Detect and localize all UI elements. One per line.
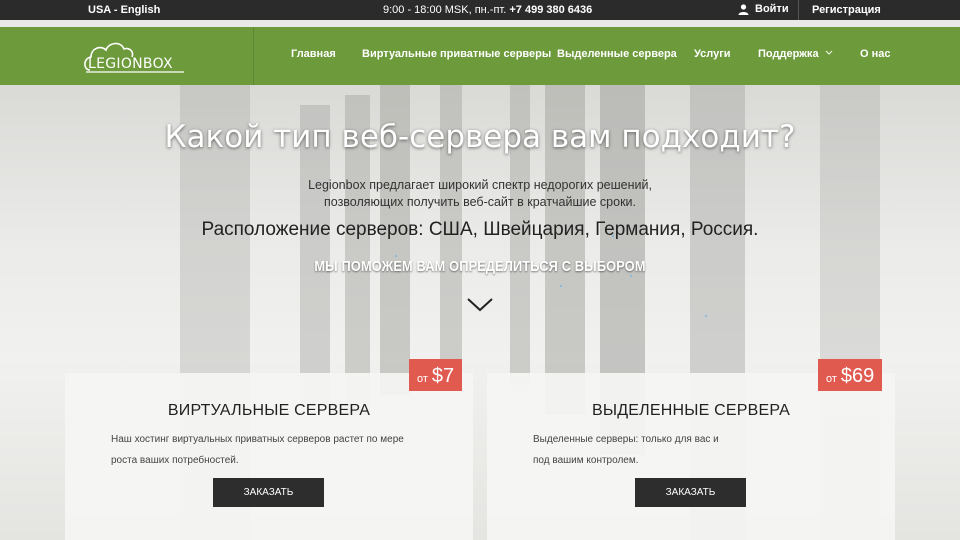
nav-item-about[interactable]: О нас — [860, 48, 891, 60]
card-description-line: под вашим контролем. — [533, 455, 639, 466]
logo-text: LEGIONBOX — [88, 56, 173, 72]
nav-item-support[interactable]: Поддержка — [758, 48, 833, 60]
hours-text: 9:00 - 18:00 MSK, пн.-пт. — [383, 4, 507, 16]
hero-description-line: позволяющих получить веб-сайт в кратчайш… — [323, 195, 637, 209]
hero-description: Legionbox предлагает широкий спектр недо… — [300, 177, 660, 211]
card-description-line: Наш хостинг виртуальных приватных сервер… — [111, 434, 404, 445]
card-description: Выделенные серверы: только для вас и под… — [533, 429, 843, 471]
rack-light — [560, 285, 562, 287]
order-vps-button[interactable]: ЗАКАЗАТЬ — [213, 478, 324, 507]
user-icon — [738, 3, 749, 15]
hero-description-line: Legionbox предлагает широкий спектр недо… — [308, 178, 652, 192]
order-dedicated-button[interactable]: ЗАКАЗАТЬ — [635, 478, 746, 507]
nav-divider — [253, 27, 254, 85]
chevron-down-icon — [825, 50, 833, 55]
vps-card: от $7 ВИРТУАЛЬНЫЕ СЕРВЕРА Наш хостинг ви… — [65, 359, 473, 540]
dedicated-card: от $69 ВЫДЕЛЕННЫЕ СЕРВЕРА Выделенные сер… — [487, 359, 895, 540]
price-from-label: от — [417, 373, 428, 385]
login-label: Войти — [755, 3, 789, 15]
rack-light — [395, 255, 397, 257]
scroll-down-chevron-icon[interactable] — [466, 297, 494, 313]
working-hours: 9:00 - 18:00 MSK, пн.-пт. +7 499 380 643… — [383, 4, 592, 16]
price-from-label: от — [826, 373, 837, 385]
rack-light — [630, 275, 632, 277]
card-title: ВИРТУАЛЬНЫЕ СЕРВЕРА — [167, 402, 371, 419]
card-description-line: роста ваших потребностей. — [111, 455, 239, 466]
register-link[interactable]: Регистрация — [812, 4, 881, 16]
main-navbar: LEGIONBOX Главная Виртуальные приватные … — [0, 27, 960, 85]
rack-light — [705, 315, 707, 317]
login-link[interactable]: Войти — [738, 3, 789, 15]
card-description: Наш хостинг виртуальных приватных сервер… — [111, 429, 421, 471]
phone-number[interactable]: +7 499 380 6436 — [509, 4, 592, 16]
nav-item-vps[interactable]: Виртуальные приватные серверы — [362, 48, 551, 60]
language-selector[interactable]: USA - English — [88, 4, 160, 16]
hero-help-text: МЫ ПОМОЖЕМ ВАМ ОПРЕДЕЛИТЬСЯ С ВЫБОРОМ — [314, 258, 646, 275]
top-bar: USA - English 9:00 - 18:00 MSK, пн.-пт. … — [0, 0, 960, 20]
topbar-divider — [798, 0, 799, 20]
nav-item-support-label: Поддержка — [758, 48, 819, 60]
logo[interactable]: LEGIONBOX — [84, 36, 188, 76]
nav-item-home[interactable]: Главная — [291, 48, 336, 60]
price-value: $7 — [431, 365, 455, 387]
server-locations: Расположение серверов: США, Швейцария, Г… — [201, 219, 759, 240]
hero-title: Какой тип веб-сервера вам подходит? — [164, 119, 796, 155]
price-value: $69 — [840, 365, 875, 387]
card-description-line: Выделенные серверы: только для вас и — [533, 434, 719, 445]
nav-item-services[interactable]: Услуги — [694, 48, 731, 60]
card-title: ВЫДЕЛЕННЫЕ СЕРВЕРА — [591, 402, 791, 419]
price-badge: от $69 — [818, 359, 883, 391]
nav-item-dedicated[interactable]: Выделенные сервера — [557, 48, 677, 60]
price-badge: от $7 — [409, 359, 463, 391]
